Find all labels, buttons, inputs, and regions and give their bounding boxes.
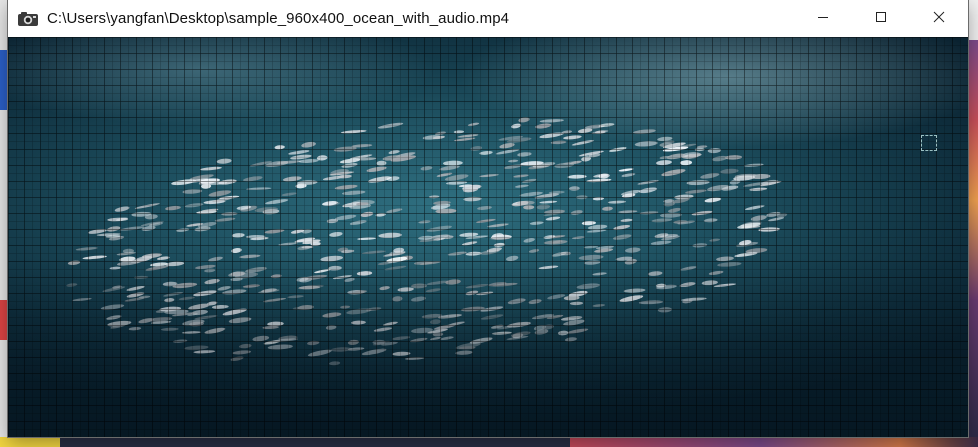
video-frame[interactable] <box>8 37 968 437</box>
maximize-button[interactable] <box>852 0 910 37</box>
title-bar[interactable]: C:\Users\yangfan\Desktop\sample_960x400_… <box>8 0 968 37</box>
close-button[interactable] <box>910 0 968 37</box>
caption-buttons <box>794 0 968 37</box>
desktop-right-edge <box>968 0 978 447</box>
desktop-bottom-edge <box>0 437 978 447</box>
window-title: C:\Users\yangfan\Desktop\sample_960x400_… <box>47 10 510 27</box>
minimize-button[interactable] <box>794 0 852 37</box>
close-icon <box>933 10 945 28</box>
artifact-highlight <box>921 135 937 151</box>
camera-icon[interactable] <box>17 10 39 28</box>
desktop-left-edge <box>0 0 8 447</box>
maximize-icon <box>875 10 887 28</box>
player-window: C:\Users\yangfan\Desktop\sample_960x400_… <box>8 0 968 437</box>
compression-subblock-grid <box>8 37 968 437</box>
minimize-icon <box>817 10 829 28</box>
